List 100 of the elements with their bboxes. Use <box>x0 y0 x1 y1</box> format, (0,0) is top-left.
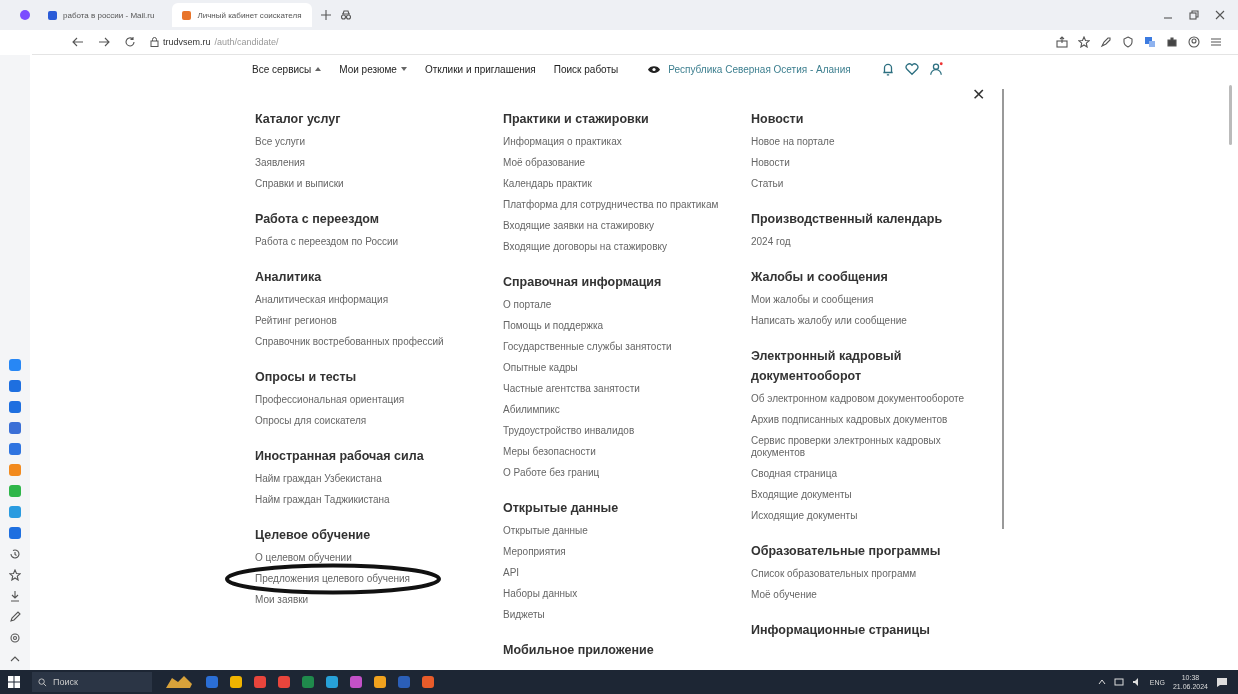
menu-link[interactable]: Трудоустройство инвалидов <box>503 420 725 441</box>
menu-link[interactable]: Мероприятия <box>503 541 725 562</box>
menu-link[interactable]: 2024 год <box>751 231 973 252</box>
app-icon[interactable] <box>302 676 314 688</box>
browser-tab[interactable]: Личный кабинет соискателя <box>172 3 312 27</box>
menu-link[interactable]: Помощь и поддержка <box>503 315 725 336</box>
app-icon[interactable] <box>422 676 434 688</box>
menu-link[interactable]: Частные агентства занятости <box>503 378 725 399</box>
menu-link[interactable]: Статьи <box>751 173 973 194</box>
menu-link[interactable]: Меры безопасности <box>503 441 725 462</box>
menu-link[interactable]: Найм граждан Узбекистана <box>255 468 477 489</box>
app-icon[interactable] <box>350 676 362 688</box>
star-icon[interactable] <box>9 569 21 581</box>
section-heading: Мобильное приложение <box>503 642 655 659</box>
menu-link[interactable]: Новости <box>751 152 973 173</box>
section-heading: Аналитика <box>255 269 323 286</box>
menu-link[interactable]: Государственные службы занятости <box>503 336 725 357</box>
windows-start-icon[interactable] <box>8 676 20 688</box>
address-field[interactable]: trudvsem.ru /auth/candidate/ <box>150 37 279 47</box>
search-icon[interactable] <box>38 677 47 687</box>
menu-link[interactable]: Абилимпикс <box>503 399 725 420</box>
translate-icon[interactable] <box>1144 36 1156 48</box>
menu-link[interactable]: Справки и выписки <box>255 173 477 194</box>
new-tab-icon[interactable] <box>319 9 332 21</box>
share-icon[interactable] <box>1056 36 1068 48</box>
menu-link[interactable]: Профессиональная ориентация <box>255 389 477 410</box>
download-icon[interactable] <box>9 590 21 602</box>
menu-link[interactable]: Опытные кадры <box>503 357 725 378</box>
app-icon[interactable] <box>230 676 242 688</box>
menu-link[interactable]: Работа с переездом по России <box>255 231 477 252</box>
menu-link[interactable]: Справочник востребованных профессий <box>255 331 477 352</box>
app-icon[interactable] <box>9 527 21 539</box>
restore-icon[interactable] <box>1188 9 1200 21</box>
menu-link[interactable]: Виджеты <box>503 604 725 625</box>
app-icon[interactable] <box>9 401 21 413</box>
menu-link[interactable]: Моё образование <box>503 152 725 173</box>
menu-link[interactable]: Входящие заявки на стажировку <box>503 215 725 236</box>
menu-link[interactable]: Входящие договоры на стажировку <box>503 236 725 257</box>
menu-link[interactable]: Новое на портале <box>751 131 973 152</box>
menu-link[interactable]: Написать жалобу или сообщение <box>751 310 973 331</box>
caret-icon <box>400 67 407 71</box>
menu-link[interactable]: Моё обучение <box>751 584 973 605</box>
menu-link[interactable]: Архив подписанных кадровых документов <box>751 409 973 430</box>
menu-link[interactable]: Сервис проверки электронных кадровых документов <box>751 430 973 463</box>
app-icon[interactable] <box>9 380 21 392</box>
app-icon[interactable] <box>9 359 21 371</box>
menu-link[interactable]: Информация о практиках <box>503 131 725 152</box>
close-icon[interactable] <box>1214 9 1226 21</box>
nav-link[interactable]: Поиск работы <box>553 63 619 75</box>
menu-link[interactable]: Открытые данные <box>503 520 725 541</box>
app-icon[interactable] <box>9 443 21 455</box>
menu-link[interactable]: О целевом обучении <box>255 547 477 568</box>
menu-link[interactable]: API <box>503 562 725 583</box>
star-icon[interactable] <box>1078 36 1090 48</box>
app-icon[interactable] <box>206 676 218 688</box>
menu-link[interactable]: Наборы данных <box>503 583 725 604</box>
app-icon[interactable] <box>326 676 338 688</box>
reload-icon[interactable] <box>124 36 136 48</box>
app-icon[interactable] <box>374 676 386 688</box>
section-heading: Практики и стажировки <box>503 111 650 128</box>
menu-link[interactable]: О портале <box>503 294 725 315</box>
menu-link[interactable]: Календарь практик <box>503 173 725 194</box>
nav-menu-button[interactable]: Все сервисы <box>252 63 322 75</box>
menu-link[interactable]: Мои заявки <box>255 589 477 610</box>
history-icon[interactable] <box>9 548 21 560</box>
menu-link[interactable]: Все услуги <box>255 131 477 152</box>
pen-icon[interactable] <box>9 611 21 623</box>
incognito-icon[interactable] <box>339 9 352 21</box>
taskbar-search-box[interactable]: Поиск <box>32 672 152 692</box>
region-link[interactable]: Республика Северная Осетия - Алания <box>668 63 851 75</box>
menu-link[interactable]: Предложения целевого обучения <box>255 568 477 589</box>
menu-link[interactable]: Найм граждан Таджикистана <box>255 489 477 510</box>
bell-icon[interactable] <box>880 62 895 76</box>
app-icon[interactable] <box>278 676 290 688</box>
app-icon[interactable] <box>254 676 266 688</box>
menu-link[interactable]: Опросы для соискателя <box>255 410 477 431</box>
browser-tab[interactable]: работа в россии - Mail.ru <box>38 3 165 27</box>
menu-link[interactable]: Входящие документы <box>751 484 973 505</box>
section-heading: Иностранная рабочая сила <box>255 448 425 465</box>
menu-link[interactable]: Заявления <box>255 152 477 173</box>
shield-icon[interactable] <box>1122 36 1134 48</box>
back-icon[interactable] <box>72 36 84 48</box>
app-icon[interactable] <box>9 422 21 434</box>
menu-link[interactable]: Рейтинг регионов <box>255 310 477 331</box>
close-button[interactable]: ✕ <box>972 87 985 103</box>
nav-link[interactable]: Отклики и приглашения <box>424 63 536 75</box>
forward-icon[interactable] <box>98 36 110 48</box>
menu-link[interactable]: Аналитическая информация <box>255 289 477 310</box>
user-icon[interactable] <box>928 62 943 76</box>
menu-link[interactable]: Об электронном кадровом документообороте <box>751 388 973 409</box>
menu-link[interactable]: Исходящие документы <box>751 505 973 526</box>
notification-icon[interactable] <box>1216 676 1228 688</box>
menu-link[interactable]: Сводная страница <box>751 463 973 484</box>
menu-link[interactable]: Мои жалобы и сообщения <box>751 289 973 310</box>
menu-link[interactable]: О Работе без границ <box>503 462 725 483</box>
menu-link[interactable]: Платформа для сотрудничества по практикам <box>503 194 725 215</box>
menu-link[interactable]: Список образовательных программ <box>751 563 973 584</box>
nav-menu-button[interactable]: Мои резюме <box>339 63 407 75</box>
heart-icon[interactable] <box>904 62 919 76</box>
chevron-up-icon[interactable] <box>1097 679 1106 685</box>
